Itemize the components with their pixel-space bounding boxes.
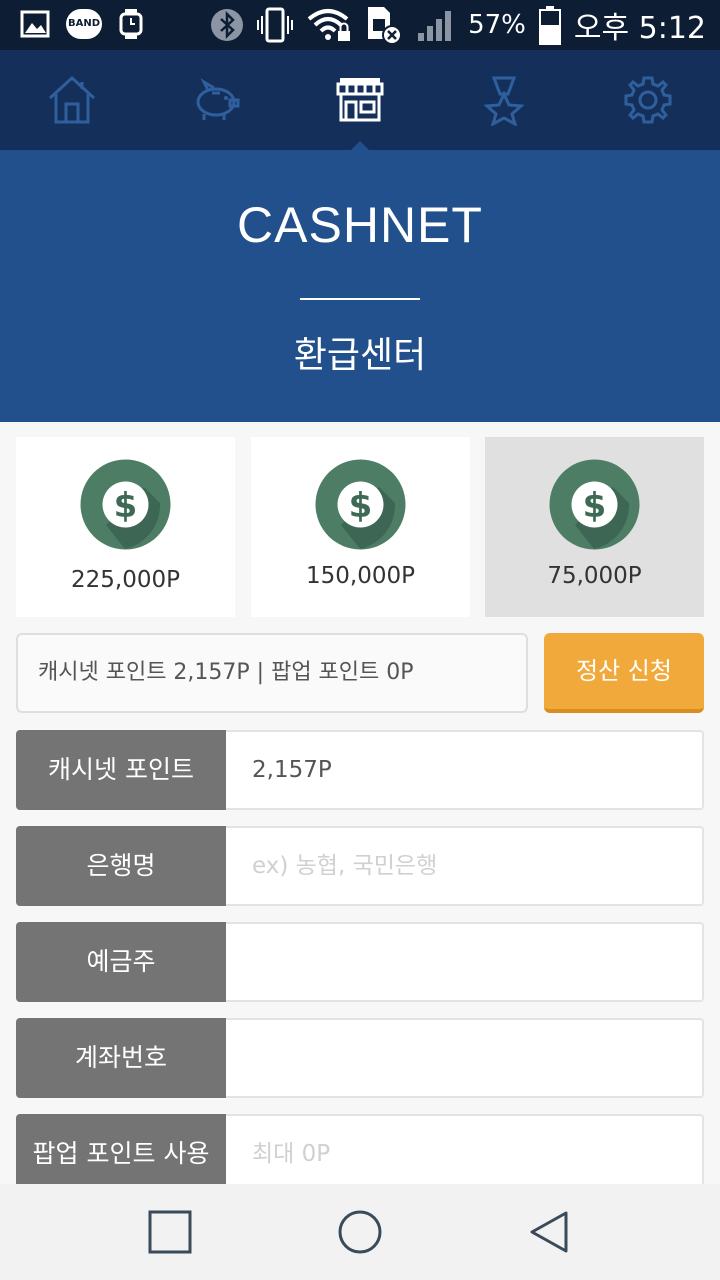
account-number-input[interactable] [252, 1020, 702, 1096]
nav-piggy-bank[interactable] [144, 50, 288, 150]
depositor-input[interactable] [252, 924, 702, 1000]
medal-icon [483, 76, 525, 126]
signal-icon [418, 11, 452, 41]
amount-label: 75,000P [547, 563, 642, 589]
nav-medal[interactable] [432, 50, 576, 150]
system-nav-bar [0, 1184, 720, 1280]
popup-points-label: 팝업 포인트 사용 [16, 1114, 226, 1194]
smartwatch-icon [119, 9, 143, 39]
no-sim-icon [368, 7, 403, 45]
account-number-label: 계좌번호 [16, 1018, 226, 1098]
clock: 오후 5:12 [573, 11, 706, 46]
nav-home[interactable] [0, 50, 144, 150]
svg-text:$: $ [583, 486, 607, 526]
home-button-icon[interactable] [336, 1208, 384, 1256]
battery-icon [538, 6, 561, 45]
store-icon [336, 78, 384, 122]
popup-points-row: 팝업 포인트 사용 [16, 1114, 704, 1194]
band-icon: BAND [66, 9, 102, 39]
depositor-label: 예금주 [16, 922, 226, 1002]
banner-divider [300, 298, 420, 300]
home-icon [48, 75, 96, 124]
brand-title: CASHNET [237, 197, 483, 253]
back-icon[interactable] [526, 1208, 574, 1256]
popup-points-input[interactable] [252, 1116, 702, 1192]
depositor-row: 예금주 [16, 922, 704, 1002]
cashnet-points-label: 캐시넷 포인트 [16, 730, 226, 810]
account-number-row: 계좌번호 [16, 1018, 704, 1098]
bluetooth-icon [211, 9, 244, 41]
amount-label: 225,000P [71, 567, 180, 593]
gear-icon [624, 76, 672, 124]
nav-settings[interactable] [576, 50, 720, 150]
cashnet-points-value: 2,157P [226, 730, 704, 810]
nav-store[interactable] [288, 50, 432, 151]
battery-percent: 57% [468, 10, 526, 40]
vibrate-icon [257, 7, 294, 43]
wifi-lock-icon [307, 9, 351, 41]
amount-option-225000[interactable]: $ 225,000P [16, 437, 235, 617]
amount-label: 150,000P [306, 563, 415, 589]
dollar-coin-icon: $ [315, 459, 406, 550]
bank-name-field-wrap [226, 826, 704, 906]
dollar-coin-icon: $ [80, 459, 171, 550]
apply-settlement-button[interactable]: 정산 신청 [544, 633, 704, 713]
page-title: 환급센터 [293, 335, 427, 376]
points-summary-text: 캐시넷 포인트 2,157P | 팝업 포인트 0P [38, 660, 414, 685]
status-bar: BAND 57% 오후 5:12 [0, 0, 720, 50]
bank-name-input[interactable] [252, 828, 702, 904]
amount-option-75000[interactable]: $ 75,000P [485, 437, 704, 617]
amount-option-150000[interactable]: $ 150,000P [251, 437, 470, 617]
bank-name-label: 은행명 [16, 826, 226, 906]
cashnet-points-row: 캐시넷 포인트 2,157P [16, 730, 704, 810]
depositor-field-wrap [226, 922, 704, 1002]
dollar-coin-icon: $ [549, 459, 640, 550]
bank-name-row: 은행명 [16, 826, 704, 906]
recent-apps-icon[interactable] [146, 1208, 194, 1256]
svg-text:$: $ [349, 486, 373, 526]
piggy-bank-icon [196, 78, 240, 120]
account-number-field-wrap [226, 1018, 704, 1098]
points-summary: 캐시넷 포인트 2,157P | 팝업 포인트 0P [16, 633, 528, 713]
top-nav [0, 50, 720, 151]
gallery-icon [20, 10, 50, 38]
popup-points-field-wrap [226, 1114, 704, 1194]
header-banner [0, 150, 720, 422]
svg-text:$: $ [114, 486, 138, 526]
